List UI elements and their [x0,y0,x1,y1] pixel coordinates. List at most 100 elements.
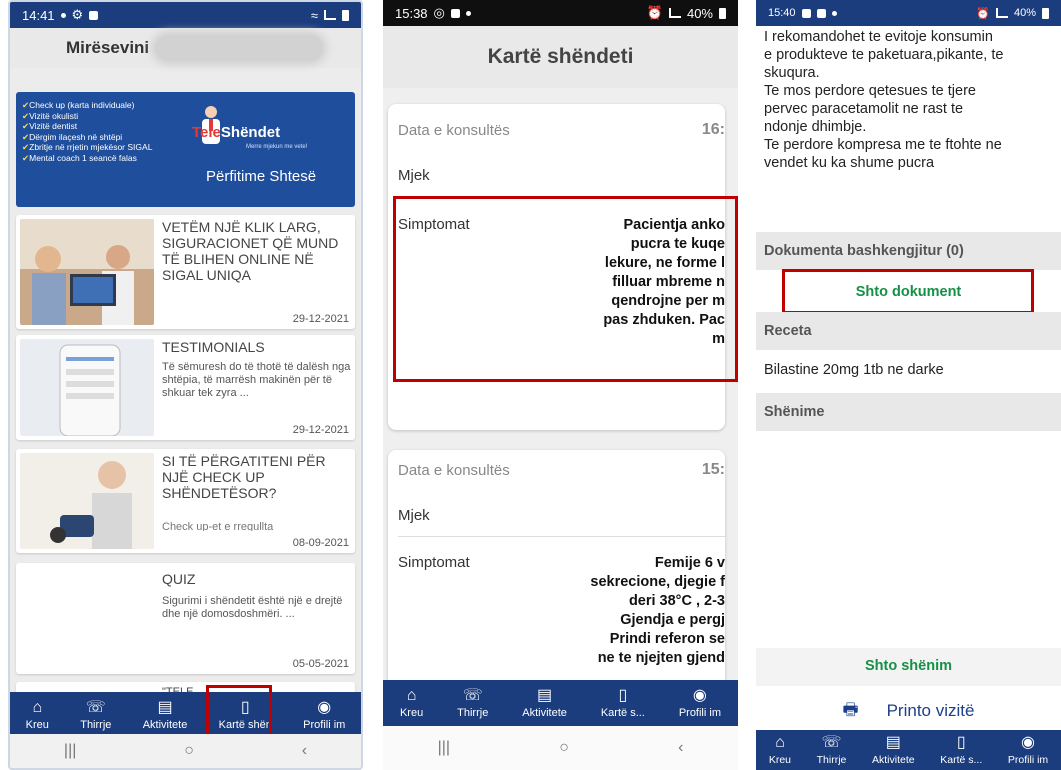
image-icon [89,10,99,20]
nav-health-card[interactable]: ▯ Kartë s... [940,734,982,766]
nav-calls[interactable]: ☏ Thirrje [817,734,847,766]
system-navigation: ||| ○ ‹ [10,734,361,768]
calendar-icon: ▤ [157,699,173,716]
highlight-box [393,196,738,382]
prescription-value: Bilastine 20mg 1tb ne darke [764,362,944,378]
status-time: 14:41 [22,7,55,23]
document-icon: ▯ [618,687,628,704]
status-bar: 15:40 ⏰ 40% [756,0,1061,26]
print-visit-label: Printo vizitë [886,701,975,720]
health-card-screen: 15:38 ◎ ⏰ 40% Kartë shëndeti Data e kons… [383,0,738,770]
welcome-text: Mirësevini [66,38,150,57]
nav-profile[interactable]: ◉ Profili im [1008,734,1048,766]
home-icon: ⌂ [406,687,417,704]
home-button-icon[interactable]: ○ [559,739,569,757]
doctor-label: Mjek [398,167,430,184]
nav-profile[interactable]: ◉ Profili im [679,687,721,719]
news-thumbnail [20,453,154,549]
home-screen: 14:41 ⚙ ≈ Mirësevini Check up (karta ind… [8,0,363,770]
print-visit-button[interactable]: 🖶 Printo vizitë [756,692,1061,730]
phone-icon: ☏ [462,687,483,704]
welcome-header: Mirësevini [10,28,361,68]
consultation-detail-screen: 15:40 ⏰ 40% I rekomandohet te evitoje ko… [756,0,1061,770]
news-date: 08-09-2021 [292,537,349,549]
news-snippet: Të sëmuresh do të thotë të dalësh nga sh… [162,361,351,399]
add-note-button[interactable]: Shto shënim [756,658,1061,674]
banner-item: Mental coach 1 seancë falas [22,153,187,164]
recent-apps-icon[interactable]: ||| [438,739,450,757]
signal-icon [324,10,336,20]
divider [398,536,725,537]
news-card[interactable]: SI TË PËRGATITENI PËR NJË CHECK UP SHËND… [16,449,355,553]
battery-icon [719,7,726,19]
banner-item: Dërgim ilaçesh në shtëpi [22,132,187,143]
alarm-icon: ⏰ [976,7,990,20]
wifi-icon: ≈ [310,7,318,23]
nav-home[interactable]: ⌂ Kreu [400,687,423,719]
nav-activities[interactable]: ▤ Aktivitete [522,687,567,719]
home-button-icon[interactable]: ○ [184,742,194,760]
more-notifications-icon [831,10,837,16]
image-icon [816,8,826,18]
battery-icon [342,9,349,21]
back-icon[interactable]: ‹ [302,742,307,760]
profile-icon: ◉ [692,687,707,704]
nav-calls[interactable]: ☏ Thirrje [457,687,488,719]
news-card[interactable]: TESTIMONIALS Të sëmuresh do të thotë të … [16,335,355,440]
nav-calls[interactable]: ☏ Thirrje [80,699,111,731]
consultation-date-label: Data e konsultës [398,122,510,139]
news-date: 05-05-2021 [292,658,349,670]
banner-item: Vizitë okulisti [22,111,187,122]
status-time: 15:40 [768,7,796,19]
news-title: VETËM NJË KLIK LARG, SIGURACIONET QË MUN… [162,219,339,283]
news-card[interactable]: QUIZ Sigurimi i shëndetit është një e dr… [16,563,355,674]
symptoms-text: Femije 6 v sekrecione, djegie f deri 38°… [590,555,725,666]
home-icon: ⌂ [32,699,43,716]
nav-activities[interactable]: ▤ Aktivitete [872,734,915,766]
banner-item: Vizitë dentist [22,121,187,132]
nav-home[interactable]: ⌂ Kreu [26,699,49,731]
promo-banner[interactable]: Check up (karta individuale) Vizitë okul… [16,92,355,207]
nav-home[interactable]: ⌂ Kreu [769,734,791,766]
printer-icon: 🖶 [842,699,859,719]
notes-header: Shënime [756,393,1061,431]
recent-apps-icon[interactable]: ||| [64,742,76,760]
banner-benefit-title: Përfitime Shtesë [206,168,317,185]
doctor-label: Mjek [398,507,430,524]
back-icon[interactable]: ‹ [678,739,683,757]
news-title: SI TË PËRGATITENI PËR NJË CHECK UP SHËND… [162,453,326,501]
prescription-header: Receta [756,312,1061,350]
banner-item: Check up (karta individuale) [22,100,187,111]
status-bar: 14:41 ⚙ ≈ [10,2,361,28]
banner-benefits: Check up (karta individuale) Vizitë okul… [22,100,187,163]
calendar-icon: ▤ [537,687,553,704]
status-time: 15:38 [395,5,428,21]
notification-icon [60,12,66,18]
nav-health-card[interactable]: ▯ Kartë s... [601,687,645,719]
image-icon [450,8,460,18]
news-card[interactable]: VETËM NJË KLIK LARG, SIGURACIONET QË MUN… [16,215,355,329]
news-title: QUIZ [162,571,196,587]
signal-icon [668,8,681,18]
blurred-username [155,35,324,61]
system-navigation: ||| ○ ‹ [383,726,738,770]
settings-icon: ⚙ [71,7,84,22]
banner-item: Zbritje në rrjetin mjekësor SIGAL [22,142,187,153]
nav-activities[interactable]: ▤ Aktivitete [143,699,188,731]
consultation-date-label: Data e konsultës [398,462,510,479]
profile-icon: ◉ [317,699,332,716]
notification-icon: ◎ [433,5,445,20]
phone-icon: ☏ [85,699,106,716]
bottom-navigation: ⌂ Kreu ☏ Thirrje ▤ Aktivitete ▯ Kartë shën ◉… [10,692,361,738]
consultation-date-value: 15: [701,461,725,478]
document-icon: ▯ [956,734,966,751]
calendar-icon: ▤ [885,734,901,751]
nav-profile[interactable]: ◉ Profili im [303,699,345,731]
news-title: TESTIMONIALS [162,339,265,355]
alarm-icon: ⏰ [646,5,663,20]
bottom-navigation: ⌂ Kreu ☏ Thirrje ▤ Aktivitete ▯ Kartë s... ◉… [383,680,738,726]
profile-icon: ◉ [1021,734,1035,751]
consultation-card[interactable]: Data e konsultës 15: Mjek Simptomat Femi… [388,450,725,700]
highlight-box [782,269,1034,314]
news-snippet: Sigurimi i shëndetit është një e drejtë … [162,595,343,620]
